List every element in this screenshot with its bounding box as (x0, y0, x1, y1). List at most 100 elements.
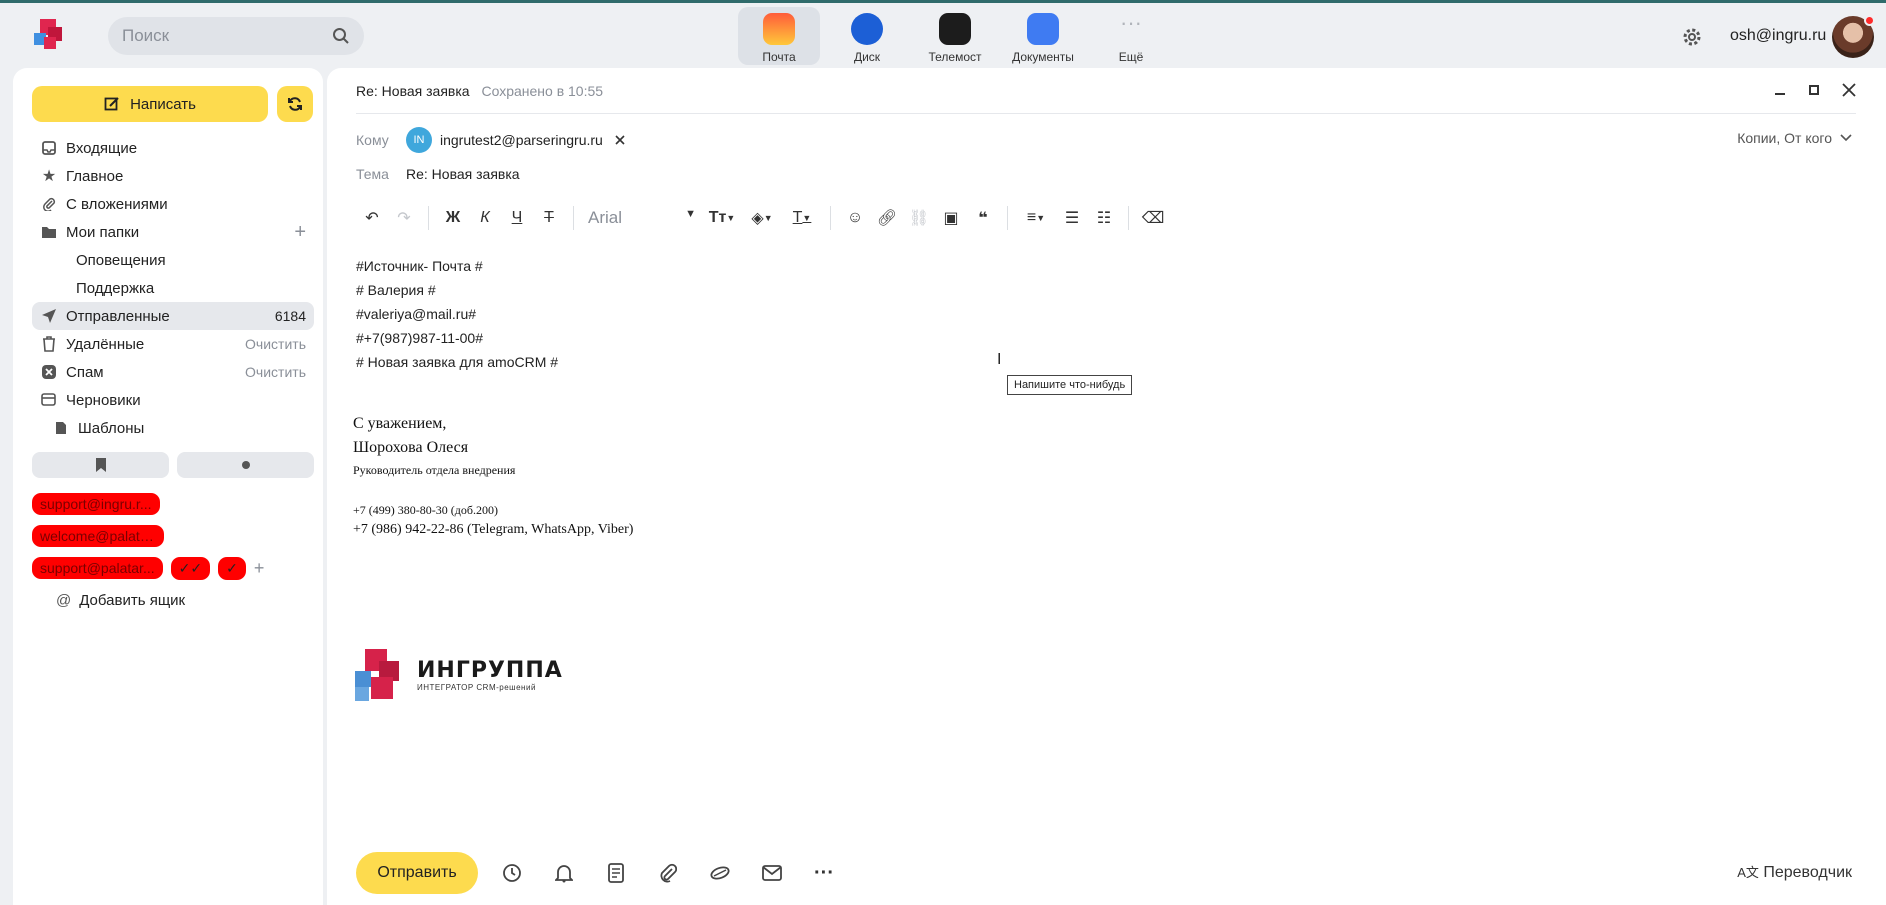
label-tag[interactable]: ✓ (218, 556, 246, 580)
numbered-list-icon[interactable]: ☷ (1088, 203, 1120, 233)
italic-button[interactable]: К (469, 203, 501, 233)
add-folder-button[interactable]: + (294, 221, 306, 244)
chevron-down-icon (1840, 134, 1852, 142)
drafts-icon (40, 391, 58, 409)
search-icon[interactable] (332, 27, 350, 45)
message-body[interactable]: #Источник- Почта # # Валерия # #valeriya… (356, 254, 558, 374)
clear-trash-button[interactable]: Очистить (245, 336, 306, 352)
folder-list: Входящие ★ Главное С вложениями Мои папк… (32, 134, 314, 442)
app-label: Почта (762, 50, 796, 64)
quote-icon[interactable]: ❝ (967, 203, 999, 233)
strikethrough-button[interactable]: T (533, 203, 565, 233)
envelope-icon[interactable] (754, 855, 790, 891)
folder-label: Мои папки (66, 223, 140, 241)
signature-position: Руководитель отдела внедрения (353, 463, 516, 477)
maximize-icon[interactable] (1808, 84, 1820, 96)
label-tag[interactable]: ✓✓ (170, 556, 211, 580)
underline-button[interactable]: Ч (501, 203, 533, 233)
telemost-app-icon (939, 13, 971, 45)
bookmark-icon (95, 458, 106, 472)
folder-spam[interactable]: Спам Очистить (32, 358, 314, 386)
text-color-icon[interactable]: T ▼ (782, 203, 822, 233)
reminder-bell-icon[interactable] (546, 855, 582, 891)
add-mailbox-button[interactable]: @ Добавить ящик (32, 584, 314, 616)
cc-from-toggle[interactable]: Копии, От кого (1737, 130, 1852, 146)
user-email[interactable]: osh@ingru.ru (1730, 27, 1826, 45)
label-tag[interactable]: support@palatar... (32, 557, 163, 579)
folder-my-folders[interactable]: Мои папки + (32, 218, 314, 246)
font-size-icon[interactable]: Tт ▼ (702, 203, 742, 233)
add-mailbox-label: Добавить ящик (79, 591, 186, 609)
bold-button[interactable]: Ж (437, 203, 469, 233)
sent-count: 6184 (274, 308, 306, 324)
folder-important[interactable]: ★ Главное (32, 162, 314, 190)
folder-inbox[interactable]: Входящие (32, 134, 314, 162)
font-select[interactable]: Arial ▼ (582, 208, 702, 228)
translator-label: Переводчик (1763, 864, 1852, 881)
tooltip: Напишите что-нибудь (1007, 375, 1133, 395)
folder-sent[interactable]: Отправленные 6184 (32, 302, 314, 330)
fill-color-icon[interactable]: ◈ ▼ (742, 203, 782, 233)
label-tag[interactable]: welcome@palatar... (32, 525, 164, 547)
remove-recipient-icon[interactable] (615, 135, 625, 145)
signature-phone: +7 (986) 942-22-86 (Telegram, WhatsApp, … (353, 522, 634, 537)
undo-icon[interactable]: ↶ (356, 203, 388, 233)
more-options-icon[interactable]: ··· (806, 855, 842, 891)
disk-attach-icon[interactable] (702, 855, 738, 891)
refresh-icon (288, 97, 302, 111)
folder-drafts[interactable]: Черновики (32, 386, 314, 414)
folder-attachments[interactable]: С вложениями (32, 190, 314, 218)
spam-icon (40, 363, 58, 381)
compose-button[interactable]: Написать (32, 86, 268, 122)
close-icon[interactable] (1842, 83, 1856, 97)
schedule-clock-icon[interactable] (494, 855, 530, 891)
subject-row: Тема Re: Новая заявка (356, 166, 520, 182)
body-line: # Новая заявка для amoCRM # (356, 354, 559, 370)
redo-icon[interactable]: ↷ (388, 203, 420, 233)
bookmark-filter-button[interactable] (32, 452, 169, 478)
compose-label: Написать (130, 95, 196, 113)
app-disk[interactable]: Диск (826, 7, 908, 65)
align-icon[interactable]: ≡ ▼ (1016, 203, 1056, 233)
toolbar-separator (830, 206, 831, 230)
folder-notifications[interactable]: Оповещения (32, 246, 314, 274)
signature-greeting: С уважением, (353, 415, 447, 432)
folder-support[interactable]: Поддержка (32, 274, 314, 302)
translate-icon: A文 (1737, 865, 1759, 880)
unread-filter-button[interactable] (177, 452, 314, 478)
add-label-button[interactable]: + (254, 558, 265, 579)
app-label: Документы (1012, 50, 1074, 64)
folder-trash[interactable]: Удалённые Очистить (32, 330, 314, 358)
app-mail[interactable]: Почта (738, 7, 820, 65)
image-icon[interactable]: ▣ (935, 203, 967, 233)
recipient-email[interactable]: ingrutest2@parseringru.ru (440, 132, 603, 148)
search-input[interactable]: Поиск (108, 17, 364, 55)
app-telemost[interactable]: Телемост (914, 7, 996, 65)
bullet-list-icon[interactable]: ☰ (1056, 203, 1088, 233)
folder-label: Входящие (66, 139, 138, 157)
dot-icon (241, 461, 250, 469)
subject-input[interactable]: Re: Новая заявка (406, 166, 520, 182)
app-documents[interactable]: Документы (1002, 7, 1084, 65)
app-label: Телемост (928, 50, 982, 64)
attach-paperclip-icon[interactable] (650, 855, 686, 891)
label-tag[interactable]: support@ingru.r... (32, 493, 160, 515)
minimize-icon[interactable] (1774, 84, 1786, 96)
company-tagline: ИНТЕГРАТОР CRM-решений (417, 683, 536, 692)
emoji-icon[interactable]: ☺ (839, 203, 871, 233)
folder-templates[interactable]: Шаблоны (32, 414, 314, 442)
clear-format-icon[interactable]: ⌫ (1137, 203, 1169, 233)
refresh-button[interactable] (277, 86, 313, 122)
folder-label: Шаблоны (78, 419, 145, 437)
translator-button[interactable]: A文 Переводчик (1737, 862, 1852, 882)
link-icon[interactable]: 🔗︎ (871, 203, 903, 233)
settings-gear-icon[interactable] (1680, 25, 1704, 49)
template-doc-icon[interactable] (598, 855, 634, 891)
send-button[interactable]: Отправить (356, 852, 478, 894)
to-row: Кому IN ingrutest2@parseringru.ru (356, 127, 625, 153)
unlink-icon[interactable]: ⛓︎ (903, 203, 935, 233)
clear-spam-button[interactable]: Очистить (245, 364, 306, 380)
app-more[interactable]: ··· Ещё (1090, 7, 1172, 65)
yandex-360-logo[interactable] (30, 17, 66, 53)
cc-label: Копии, От кого (1737, 130, 1832, 146)
